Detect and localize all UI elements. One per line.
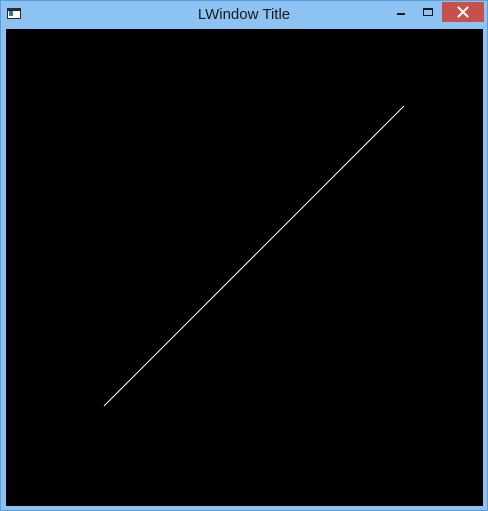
- minimize-button[interactable]: [388, 2, 414, 22]
- close-button[interactable]: [442, 2, 484, 22]
- close-icon: [457, 6, 469, 18]
- maximize-button[interactable]: [415, 2, 442, 22]
- diagonal-line: [103, 105, 405, 407]
- drawing-canvas[interactable]: [6, 29, 483, 506]
- canvas-drawing: [103, 105, 405, 407]
- maximize-icon: [423, 8, 433, 16]
- minimize-icon: [397, 13, 405, 15]
- window-icon[interactable]: [7, 8, 21, 19]
- app-window: LWindow Title: [0, 0, 488, 511]
- title-bar[interactable]: LWindow Title: [1, 1, 487, 28]
